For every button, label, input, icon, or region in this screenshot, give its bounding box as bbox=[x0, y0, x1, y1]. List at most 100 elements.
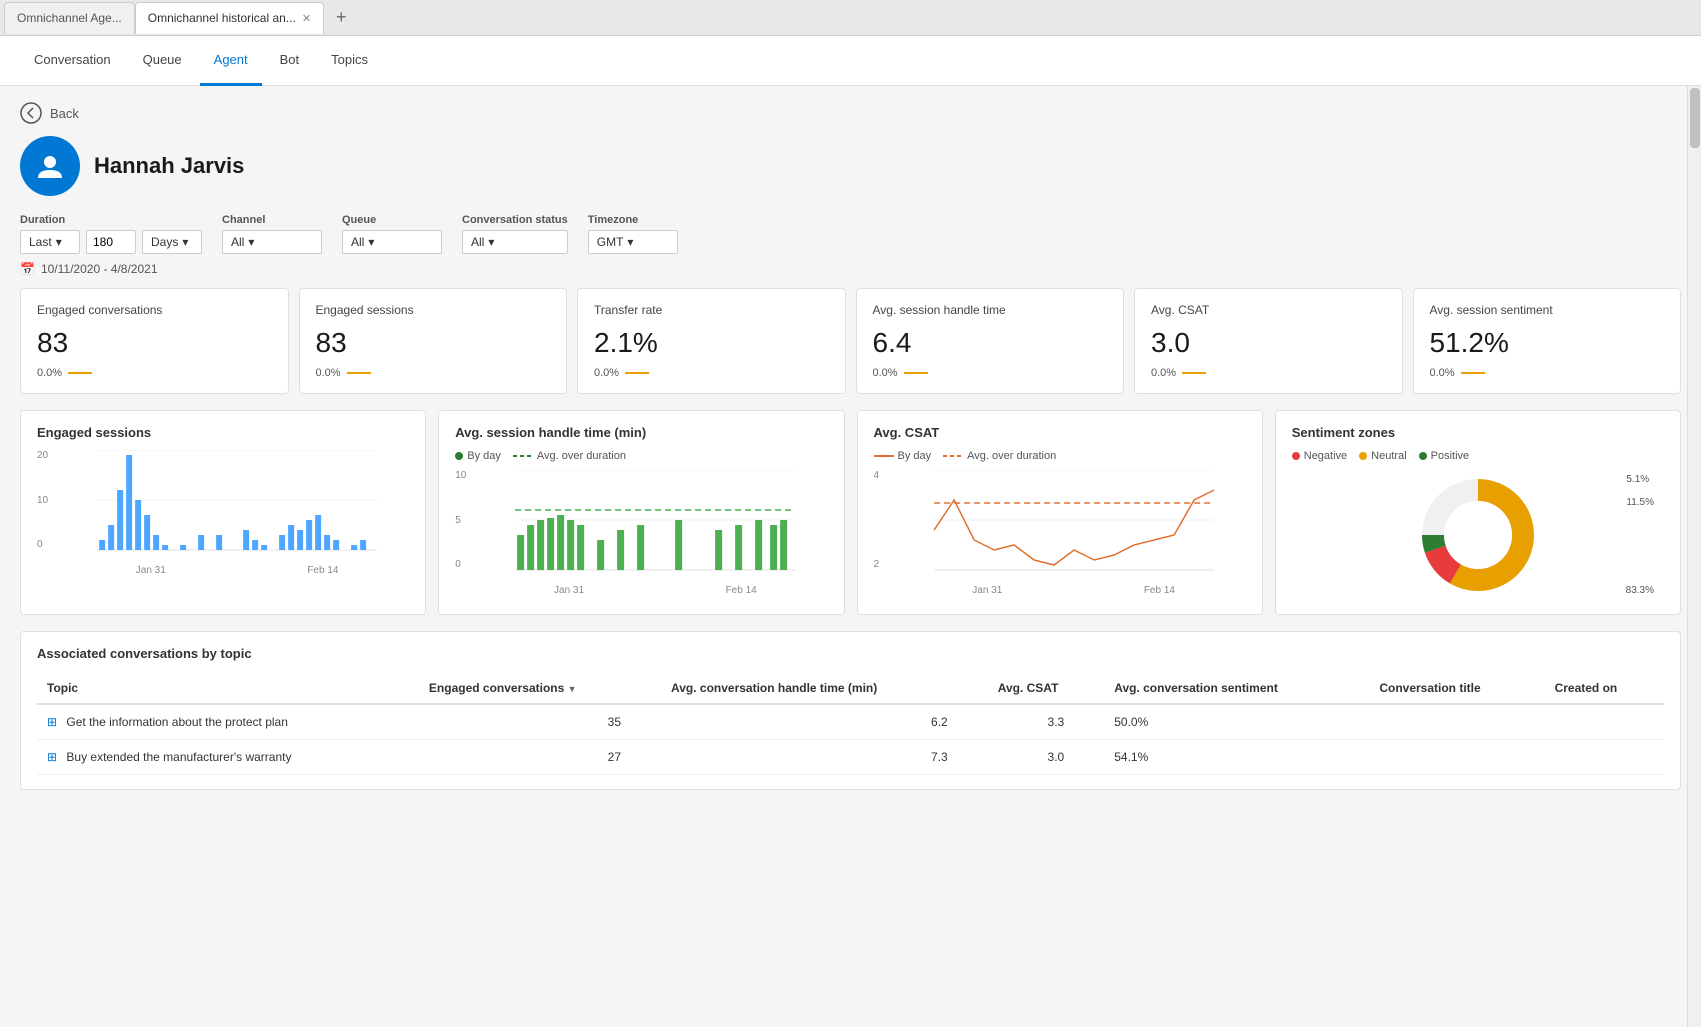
nav-item-agent[interactable]: Agent bbox=[200, 36, 262, 86]
status-label: Conversation status bbox=[462, 214, 568, 226]
expand-icon-0[interactable]: ⊞ bbox=[47, 715, 57, 729]
channel-select[interactable]: All ▾ bbox=[222, 230, 322, 254]
table-section-title: Associated conversations by topic bbox=[37, 646, 1664, 661]
tab-close-icon[interactable]: ✕ bbox=[302, 12, 311, 25]
kpi-change-4: 0.0% bbox=[1151, 367, 1176, 379]
table-section: Associated conversations by topic Topic … bbox=[20, 631, 1681, 790]
avatar bbox=[20, 136, 80, 196]
kpi-card-0: Engaged conversations 83 0.0% bbox=[20, 288, 289, 394]
sentiment-legend: Negative Neutral Positive bbox=[1292, 450, 1664, 462]
cell-avg-csat-1: 3.0 bbox=[988, 740, 1104, 775]
status-select[interactable]: All ▾ bbox=[462, 230, 568, 254]
engaged-sessions-title: Engaged sessions bbox=[37, 425, 409, 440]
cell-topic-1: ⊞ Buy extended the manufacturer's warran… bbox=[37, 740, 419, 775]
nav-item-topics[interactable]: Topics bbox=[317, 36, 382, 86]
browser-tabs: Omnichannel Age... Omnichannel historica… bbox=[0, 0, 1701, 36]
x-label-feb14-3: Feb 14 bbox=[1144, 585, 1175, 596]
cell-created-on-0 bbox=[1545, 704, 1664, 740]
avg-dash-icon bbox=[513, 451, 533, 461]
new-tab-button[interactable]: + bbox=[328, 7, 355, 28]
nav-bar: Conversation Queue Agent Bot Topics bbox=[0, 36, 1701, 86]
table-header-row: Topic Engaged conversations ▼ Avg. conve… bbox=[37, 673, 1664, 704]
topics-table: Topic Engaged conversations ▼ Avg. conve… bbox=[37, 673, 1664, 775]
profile-header: Hannah Jarvis bbox=[20, 136, 1681, 196]
main-content: Back Hannah Jarvis Duration Last ▾ Days bbox=[0, 86, 1701, 1027]
kpi-value-5: 51.2% bbox=[1430, 327, 1665, 359]
kpi-line-4 bbox=[1182, 372, 1206, 374]
expand-icon-1[interactable]: ⊞ bbox=[47, 750, 57, 764]
back-button[interactable]: Back bbox=[20, 102, 1681, 124]
date-range-text: 10/11/2020 - 4/8/2021 bbox=[41, 262, 158, 276]
x-label-feb14: Feb 14 bbox=[307, 565, 338, 576]
kpi-value-2: 2.1% bbox=[594, 327, 829, 359]
legend-positive: Positive bbox=[1419, 450, 1470, 462]
agent-name: Hannah Jarvis bbox=[94, 153, 244, 179]
avg-csat-title: Avg. CSAT bbox=[874, 425, 1246, 440]
duration-unit-select[interactable]: Days ▾ bbox=[142, 230, 202, 254]
legend-negative: Negative bbox=[1292, 450, 1347, 462]
kpi-footer-5: 0.0% bbox=[1430, 367, 1665, 379]
browser-tab-2[interactable]: Omnichannel historical an... ✕ bbox=[135, 2, 324, 34]
kpi-footer-1: 0.0% bbox=[316, 367, 551, 379]
avg-csat-chart: Avg. CSAT By day Avg. over duration bbox=[857, 410, 1263, 615]
cell-conv-title-0 bbox=[1369, 704, 1544, 740]
csat-avg-dash-icon bbox=[943, 451, 963, 461]
chevron-down-icon6: ▾ bbox=[627, 235, 633, 249]
tab-1-label: Omnichannel Age... bbox=[17, 11, 122, 25]
sort-icon-engaged: ▼ bbox=[568, 684, 577, 694]
timezone-label: Timezone bbox=[588, 214, 678, 226]
back-icon bbox=[20, 102, 42, 124]
cell-avg-sentiment-1: 54.1% bbox=[1104, 740, 1369, 775]
duration-label: Duration bbox=[20, 214, 202, 226]
positive-pct-label: 5.1% bbox=[1626, 474, 1654, 485]
kpi-title-3: Avg. session handle time bbox=[873, 303, 1108, 317]
kpi-change-5: 0.0% bbox=[1430, 367, 1455, 379]
kpi-card-1: Engaged sessions 83 0.0% bbox=[299, 288, 568, 394]
timezone-filter: Timezone GMT ▾ bbox=[588, 214, 678, 254]
avg-handle-svg bbox=[483, 470, 827, 580]
by-day-dot bbox=[455, 452, 463, 460]
neutral-pct-label: 83.3% bbox=[1626, 585, 1654, 596]
kpi-value-3: 6.4 bbox=[873, 327, 1108, 359]
cell-conv-title-1 bbox=[1369, 740, 1544, 775]
kpi-change-1: 0.0% bbox=[316, 367, 341, 379]
chevron-down-icon3: ▾ bbox=[248, 235, 254, 249]
table-row: ⊞ Buy extended the manufacturer's warran… bbox=[37, 740, 1664, 775]
csat-by-day-line-icon bbox=[874, 451, 894, 461]
engaged-sessions-bars bbox=[65, 450, 409, 560]
date-range: 📅 10/11/2020 - 4/8/2021 bbox=[20, 262, 1681, 276]
queue-label: Queue bbox=[342, 214, 442, 226]
kpi-line-0 bbox=[68, 372, 92, 374]
queue-select[interactable]: All ▾ bbox=[342, 230, 442, 254]
legend-neutral: Neutral bbox=[1359, 450, 1406, 462]
kpi-footer-3: 0.0% bbox=[873, 367, 1108, 379]
nav-item-queue[interactable]: Queue bbox=[129, 36, 196, 86]
kpi-footer-0: 0.0% bbox=[37, 367, 272, 379]
kpi-value-4: 3.0 bbox=[1151, 327, 1386, 359]
kpi-card-4: Avg. CSAT 3.0 0.0% bbox=[1134, 288, 1403, 394]
col-engaged[interactable]: Engaged conversations ▼ bbox=[419, 673, 661, 704]
duration-type-select[interactable]: Last ▾ bbox=[20, 230, 80, 254]
sentiment-zones-title: Sentiment zones bbox=[1292, 425, 1664, 440]
kpi-title-2: Transfer rate bbox=[594, 303, 829, 317]
negative-pct-label: 11.5% bbox=[1626, 497, 1654, 508]
chevron-down-icon2: ▾ bbox=[182, 235, 188, 249]
kpi-value-1: 83 bbox=[316, 327, 551, 359]
browser-tab-1[interactable]: Omnichannel Age... bbox=[4, 2, 135, 34]
cell-avg-sentiment-0: 50.0% bbox=[1104, 704, 1369, 740]
duration-value-input[interactable] bbox=[86, 230, 136, 254]
kpi-card-5: Avg. session sentiment 51.2% 0.0% bbox=[1413, 288, 1682, 394]
person-icon bbox=[34, 150, 66, 182]
nav-item-bot[interactable]: Bot bbox=[266, 36, 314, 86]
nav-item-conversation[interactable]: Conversation bbox=[20, 36, 125, 86]
chevron-down-icon: ▾ bbox=[56, 235, 62, 249]
col-created-on: Created on bbox=[1545, 673, 1664, 704]
avg-handle-legend: By day Avg. over duration bbox=[455, 450, 827, 462]
scrollbar[interactable] bbox=[1687, 86, 1701, 1027]
scrollbar-thumb[interactable] bbox=[1690, 88, 1700, 148]
timezone-select[interactable]: GMT ▾ bbox=[588, 230, 678, 254]
engaged-sessions-chart: Engaged sessions 20 10 0 bbox=[20, 410, 426, 615]
back-label: Back bbox=[50, 106, 79, 121]
kpi-line-1 bbox=[347, 372, 371, 374]
kpi-footer-2: 0.0% bbox=[594, 367, 829, 379]
